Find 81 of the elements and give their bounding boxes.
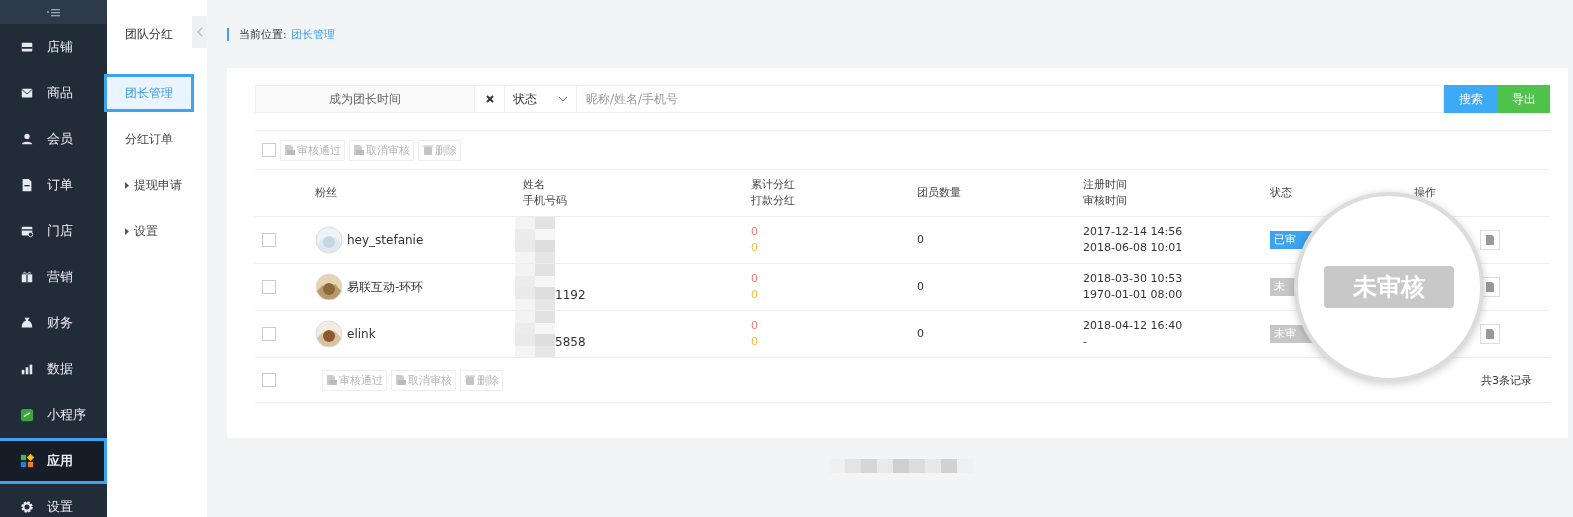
checkbox[interactable] (262, 233, 276, 247)
document-icon (353, 144, 365, 156)
member-count: 0 (917, 279, 925, 295)
subnav-item[interactable]: 设置 (107, 212, 207, 250)
checkbox[interactable] (262, 280, 276, 294)
link-icon (20, 408, 34, 422)
caret-right-icon (125, 181, 129, 189)
member-count: 0 (917, 232, 925, 248)
nickname: 易联互动-环环 (347, 279, 424, 295)
reviewed-time: 1970-01-01 08:00 (1083, 287, 1184, 303)
store-icon (20, 224, 34, 238)
date-field[interactable]: 成为团长时间 (255, 85, 475, 113)
clear-button[interactable] (475, 85, 505, 113)
shop-icon (20, 40, 34, 54)
member-count: 0 (917, 326, 925, 342)
sidebar-item[interactable]: 小程序 (0, 392, 107, 438)
paid-dividend: 0 (751, 287, 759, 303)
cumulative-dividend: 0 (751, 224, 759, 240)
trash-icon (464, 374, 476, 386)
column-header: 粉丝 (315, 185, 338, 201)
breadcrumb-label: 当前位置: (239, 26, 287, 42)
edit-button[interactable] (1480, 230, 1500, 250)
registered-time: 2018-04-12 16:40 (1083, 318, 1184, 334)
record-count: 共3条记录 (1481, 372, 1532, 388)
paid-dividend: 0 (751, 240, 759, 256)
nickname: elink (347, 326, 376, 342)
chevron-down-icon (558, 96, 568, 102)
caret-right-icon (125, 227, 129, 235)
reviewed-time: - (1083, 334, 1088, 350)
collapse-button[interactable] (192, 16, 207, 48)
document-icon (20, 178, 34, 192)
column-header: 状态 (1270, 185, 1293, 201)
phone-number: 1192 (555, 287, 586, 303)
document-icon (395, 374, 407, 386)
sidebar-item[interactable]: 商品 (0, 70, 107, 116)
sidebar-item[interactable]: 数据 (0, 346, 107, 392)
reviewed-time: 2018-06-08 10:01 (1083, 240, 1184, 256)
apps-icon (20, 454, 34, 468)
sidebar-item[interactable]: 应用 (0, 438, 107, 484)
user-icon (20, 132, 34, 146)
sidebar-item[interactable]: 会员 (0, 116, 107, 162)
box-icon (20, 86, 34, 100)
gift-icon (20, 270, 34, 284)
subnav-item[interactable]: 提现申请 (107, 166, 207, 204)
sidebar-item[interactable]: 订单 (0, 162, 107, 208)
cumulative-dividend: 0 (751, 318, 759, 334)
checkbox[interactable] (262, 143, 276, 157)
column-header: 累计分红 (751, 177, 796, 193)
column-header: 姓名 (523, 177, 546, 193)
close-icon (484, 94, 495, 104)
subnav-item[interactable]: 分红订单 (107, 120, 207, 158)
sidebar-item[interactable]: 门店 (0, 208, 107, 254)
sidebar-item[interactable]: 财务 (0, 300, 107, 346)
column-header: 注册时间 (1083, 177, 1128, 193)
sidebar-item[interactable]: 设置 (0, 484, 107, 517)
column-header: 手机号码 (523, 193, 568, 209)
checkbox[interactable] (262, 373, 276, 387)
subnav-title: 团队分红 (124, 25, 174, 43)
bar-chart-icon (20, 362, 34, 376)
column-header: 团员数量 (917, 185, 962, 201)
phone-number: 5858 (555, 334, 586, 350)
cumulative-dividend: 0 (751, 271, 759, 287)
registered-time: 2017-12-14 14:56 (1083, 224, 1184, 240)
column-header: 审核时间 (1083, 193, 1128, 209)
settings-icon (20, 500, 34, 514)
money-bag-icon (20, 316, 34, 330)
document-icon (284, 144, 296, 156)
chevron-left-icon (195, 27, 204, 37)
column-header: 打款分红 (751, 193, 796, 209)
paid-dividend: 0 (751, 334, 759, 350)
search-field[interactable]: 昵称/姓名/手机号 (577, 85, 1444, 113)
trash-icon (422, 144, 434, 156)
document-icon (326, 374, 338, 386)
column-header: 操作 (1414, 185, 1437, 201)
menu-icon (45, 6, 62, 18)
edit-button[interactable] (1480, 324, 1500, 344)
registered-time: 2018-03-30 10:53 (1083, 271, 1184, 287)
nickname: hey_stefanie (347, 232, 424, 248)
sidebar-item[interactable]: 营销 (0, 254, 107, 300)
checkbox[interactable] (262, 327, 276, 341)
sidebar-item[interactable]: 店铺 (0, 24, 107, 70)
